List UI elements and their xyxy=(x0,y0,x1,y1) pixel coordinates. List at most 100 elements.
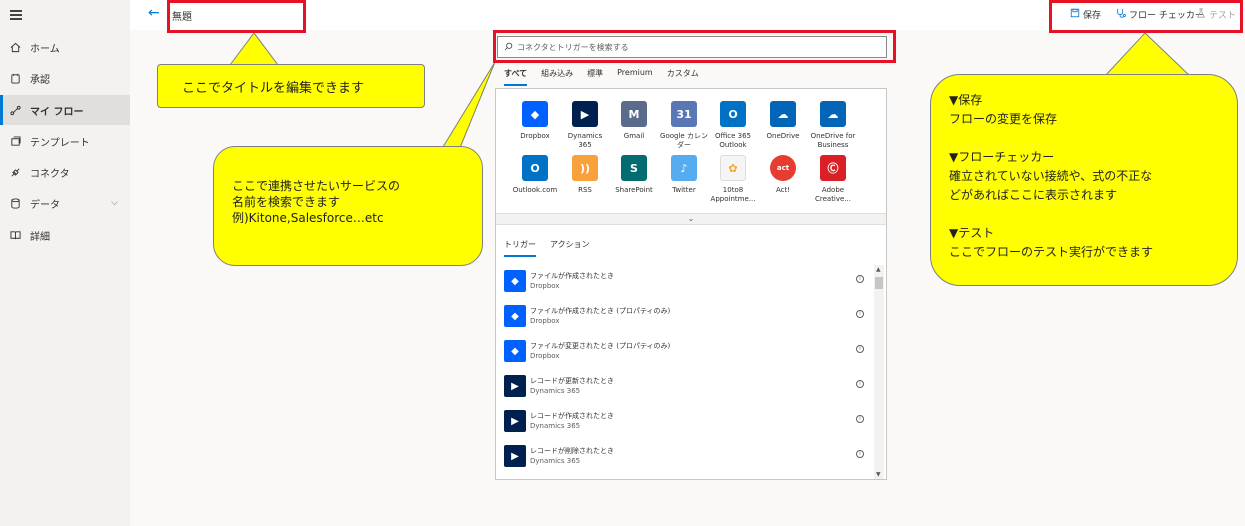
info-icon[interactable]: i xyxy=(856,415,864,423)
dynamics-365-icon: ▶ xyxy=(504,375,526,397)
info-icon[interactable]: i xyxy=(856,450,864,458)
trigger-item[interactable]: ◆ ファイルが作成されたとき (プロパティのみ) Dropbox i xyxy=(504,300,864,332)
outlook-icon: O xyxy=(522,155,548,181)
twitter-icon: ♪ xyxy=(671,155,697,181)
connector-name: Act! xyxy=(775,186,791,194)
nav-item-data[interactable]: データ ⌵ xyxy=(0,188,130,218)
connector-rss[interactable]: )) RSS xyxy=(560,155,610,195)
title-highlight-box xyxy=(167,0,306,33)
connector-name: Dropbox xyxy=(520,132,550,140)
sharepoint-icon: S xyxy=(621,155,647,181)
dynamics-365-icon: ▶ xyxy=(572,101,598,127)
connector-onedrive[interactable]: ☁ OneDrive xyxy=(758,101,808,141)
cloud-icon: ☁ xyxy=(770,101,796,127)
nav-item-approvals[interactable]: 承認 xyxy=(0,63,130,93)
scroll-down-icon[interactable]: ▼ xyxy=(876,471,881,478)
home-icon xyxy=(0,42,30,53)
flow-icon xyxy=(0,105,30,116)
rss-icon: )) xyxy=(572,155,598,181)
tab-actions[interactable]: アクション xyxy=(550,239,590,257)
trigger-item[interactable]: ▶ レコードが作成されたとき Dynamics 365 i xyxy=(504,405,864,437)
scrollbar-thumb[interactable] xyxy=(875,277,883,289)
trigger-item[interactable]: ◆ ファイルが変更されたとき (プロパティのみ) Dropbox i xyxy=(504,335,864,367)
nav-item-templates[interactable]: テンプレート xyxy=(0,126,130,156)
search-callout: ここで連携させたいサービスの 名前を検索できます 例)Kitone,Salesf… xyxy=(213,146,483,266)
gmail-icon: M xyxy=(621,101,647,127)
tab-triggers[interactable]: トリガー xyxy=(504,239,536,257)
trigger-service: Dropbox xyxy=(530,317,560,325)
trigger-list: ◆ ファイルが作成されたとき Dropbox i ◆ ファイルが作成されたとき (… xyxy=(504,265,874,475)
title-callout: ここでタイトルを編集できます xyxy=(157,64,425,108)
power-automate-flow-editor: ホーム 承認 マイ フロー テンプレート コネクタ データ ⌵ 詳細 ← 無題 … xyxy=(0,0,1245,526)
connector-name: OneDrive for Business xyxy=(810,132,856,149)
connector-gmail[interactable]: M Gmail xyxy=(609,101,659,141)
connector-name: Twitter xyxy=(672,186,696,194)
nav-item-connectors[interactable]: コネクタ xyxy=(0,157,130,187)
tab-premium[interactable]: Premium xyxy=(617,68,653,86)
connector-adobe-creative[interactable]: Ⓒ Adobe Creative... xyxy=(808,155,858,204)
connector-google-calendar[interactable]: 31 Google カレンダー xyxy=(659,101,709,150)
dynamics-365-icon: ▶ xyxy=(504,410,526,432)
dropbox-icon: ◆ xyxy=(504,340,526,362)
connector-name: Dynamics 365 xyxy=(567,132,603,149)
nav-item-learn[interactable]: 詳細 xyxy=(0,220,130,250)
nav-item-label: ホーム xyxy=(30,43,60,55)
info-icon[interactable]: i xyxy=(856,275,864,283)
connector-office-365-outlook[interactable]: O Office 365 Outlook xyxy=(708,101,758,150)
connector-twitter[interactable]: ♪ Twitter xyxy=(659,155,709,195)
dropbox-icon: ◆ xyxy=(504,270,526,292)
connector-name: SharePoint xyxy=(615,186,653,194)
info-icon[interactable]: i xyxy=(856,380,864,388)
connector-dynamics-365[interactable]: ▶ Dynamics 365 xyxy=(560,101,610,150)
connector-name: 10to8 Appointme... xyxy=(710,186,756,203)
connector-sharepoint[interactable]: S SharePoint xyxy=(609,155,659,195)
template-icon xyxy=(0,135,30,147)
connector-name: RSS xyxy=(578,186,592,194)
connector-name: Gmail xyxy=(623,132,645,140)
cloud-icon: ☁ xyxy=(820,101,846,127)
connector-name: Office 365 Outlook xyxy=(714,132,752,149)
tab-custom[interactable]: カスタム xyxy=(667,68,699,86)
connector-name: Outlook.com xyxy=(512,186,558,194)
expand-connectors-button[interactable]: ⌄ xyxy=(496,213,886,225)
nav-item-home[interactable]: ホーム xyxy=(0,32,130,62)
tab-builtin[interactable]: 組み込み xyxy=(541,68,573,86)
chevron-down-icon: ⌄ xyxy=(687,214,695,223)
trigger-name: ファイルが変更されたとき (プロパティのみ) xyxy=(530,342,671,350)
trigger-name: ファイルが作成されたとき (プロパティのみ) xyxy=(530,307,671,315)
nav-item-label: テンプレート xyxy=(30,137,90,149)
connector-10to8[interactable]: ✿ 10to8 Appointme... xyxy=(708,155,758,204)
dynamics-365-icon: ▶ xyxy=(504,445,526,467)
search-callout-text: ここで連携させたいサービスの 名前を検索できます 例)Kitone,Salesf… xyxy=(232,179,401,225)
trigger-list-scrollbar[interactable]: ▲ ▼ xyxy=(874,265,884,479)
act-icon: act xyxy=(770,155,796,181)
nav-item-label: コネクタ xyxy=(30,168,70,180)
connector-act[interactable]: act Act! xyxy=(758,155,808,195)
trigger-item[interactable]: ◆ ファイルが作成されたとき Dropbox i xyxy=(504,265,864,297)
trigger-name: レコードが削除されたとき xyxy=(530,447,614,455)
nav-item-my-flows[interactable]: マイ フロー xyxy=(0,95,130,125)
toolbar-highlight-box xyxy=(1049,0,1243,33)
trigger-item[interactable]: ▶ レコードが削除されたとき Dynamics 365 i xyxy=(504,440,864,472)
dropbox-icon: ◆ xyxy=(522,101,548,127)
info-icon[interactable]: i xyxy=(856,345,864,353)
tab-all[interactable]: すべて xyxy=(504,68,528,86)
connector-onedrive-business[interactable]: ☁ OneDrive for Business xyxy=(808,101,858,150)
scroll-up-icon[interactable]: ▲ xyxy=(876,266,881,273)
info-icon[interactable]: i xyxy=(856,310,864,318)
tab-standard[interactable]: 標準 xyxy=(587,68,603,86)
connector-outlook-com[interactable]: O Outlook.com xyxy=(510,155,560,195)
connector-dropbox[interactable]: ◆ Dropbox xyxy=(510,101,560,141)
connector-name: Google カレンダー xyxy=(660,132,708,149)
back-arrow-icon[interactable]: ← xyxy=(148,5,160,21)
calendar-icon: 31 xyxy=(671,101,697,127)
trigger-item[interactable]: ▶ レコードが更新されたとき Dynamics 365 i xyxy=(504,370,864,402)
outlook-icon: O xyxy=(720,101,746,127)
hamburger-menu-icon[interactable] xyxy=(10,10,22,20)
title-callout-text: ここでタイトルを編集できます xyxy=(182,81,365,96)
search-highlight-box xyxy=(493,30,896,63)
nav-item-label: データ xyxy=(30,199,60,211)
trigger-service: Dynamics 365 xyxy=(530,387,581,395)
connector-filter-tabs: すべて 組み込み 標準 Premium カスタム xyxy=(504,68,699,86)
trigger-service: Dropbox xyxy=(530,282,560,290)
